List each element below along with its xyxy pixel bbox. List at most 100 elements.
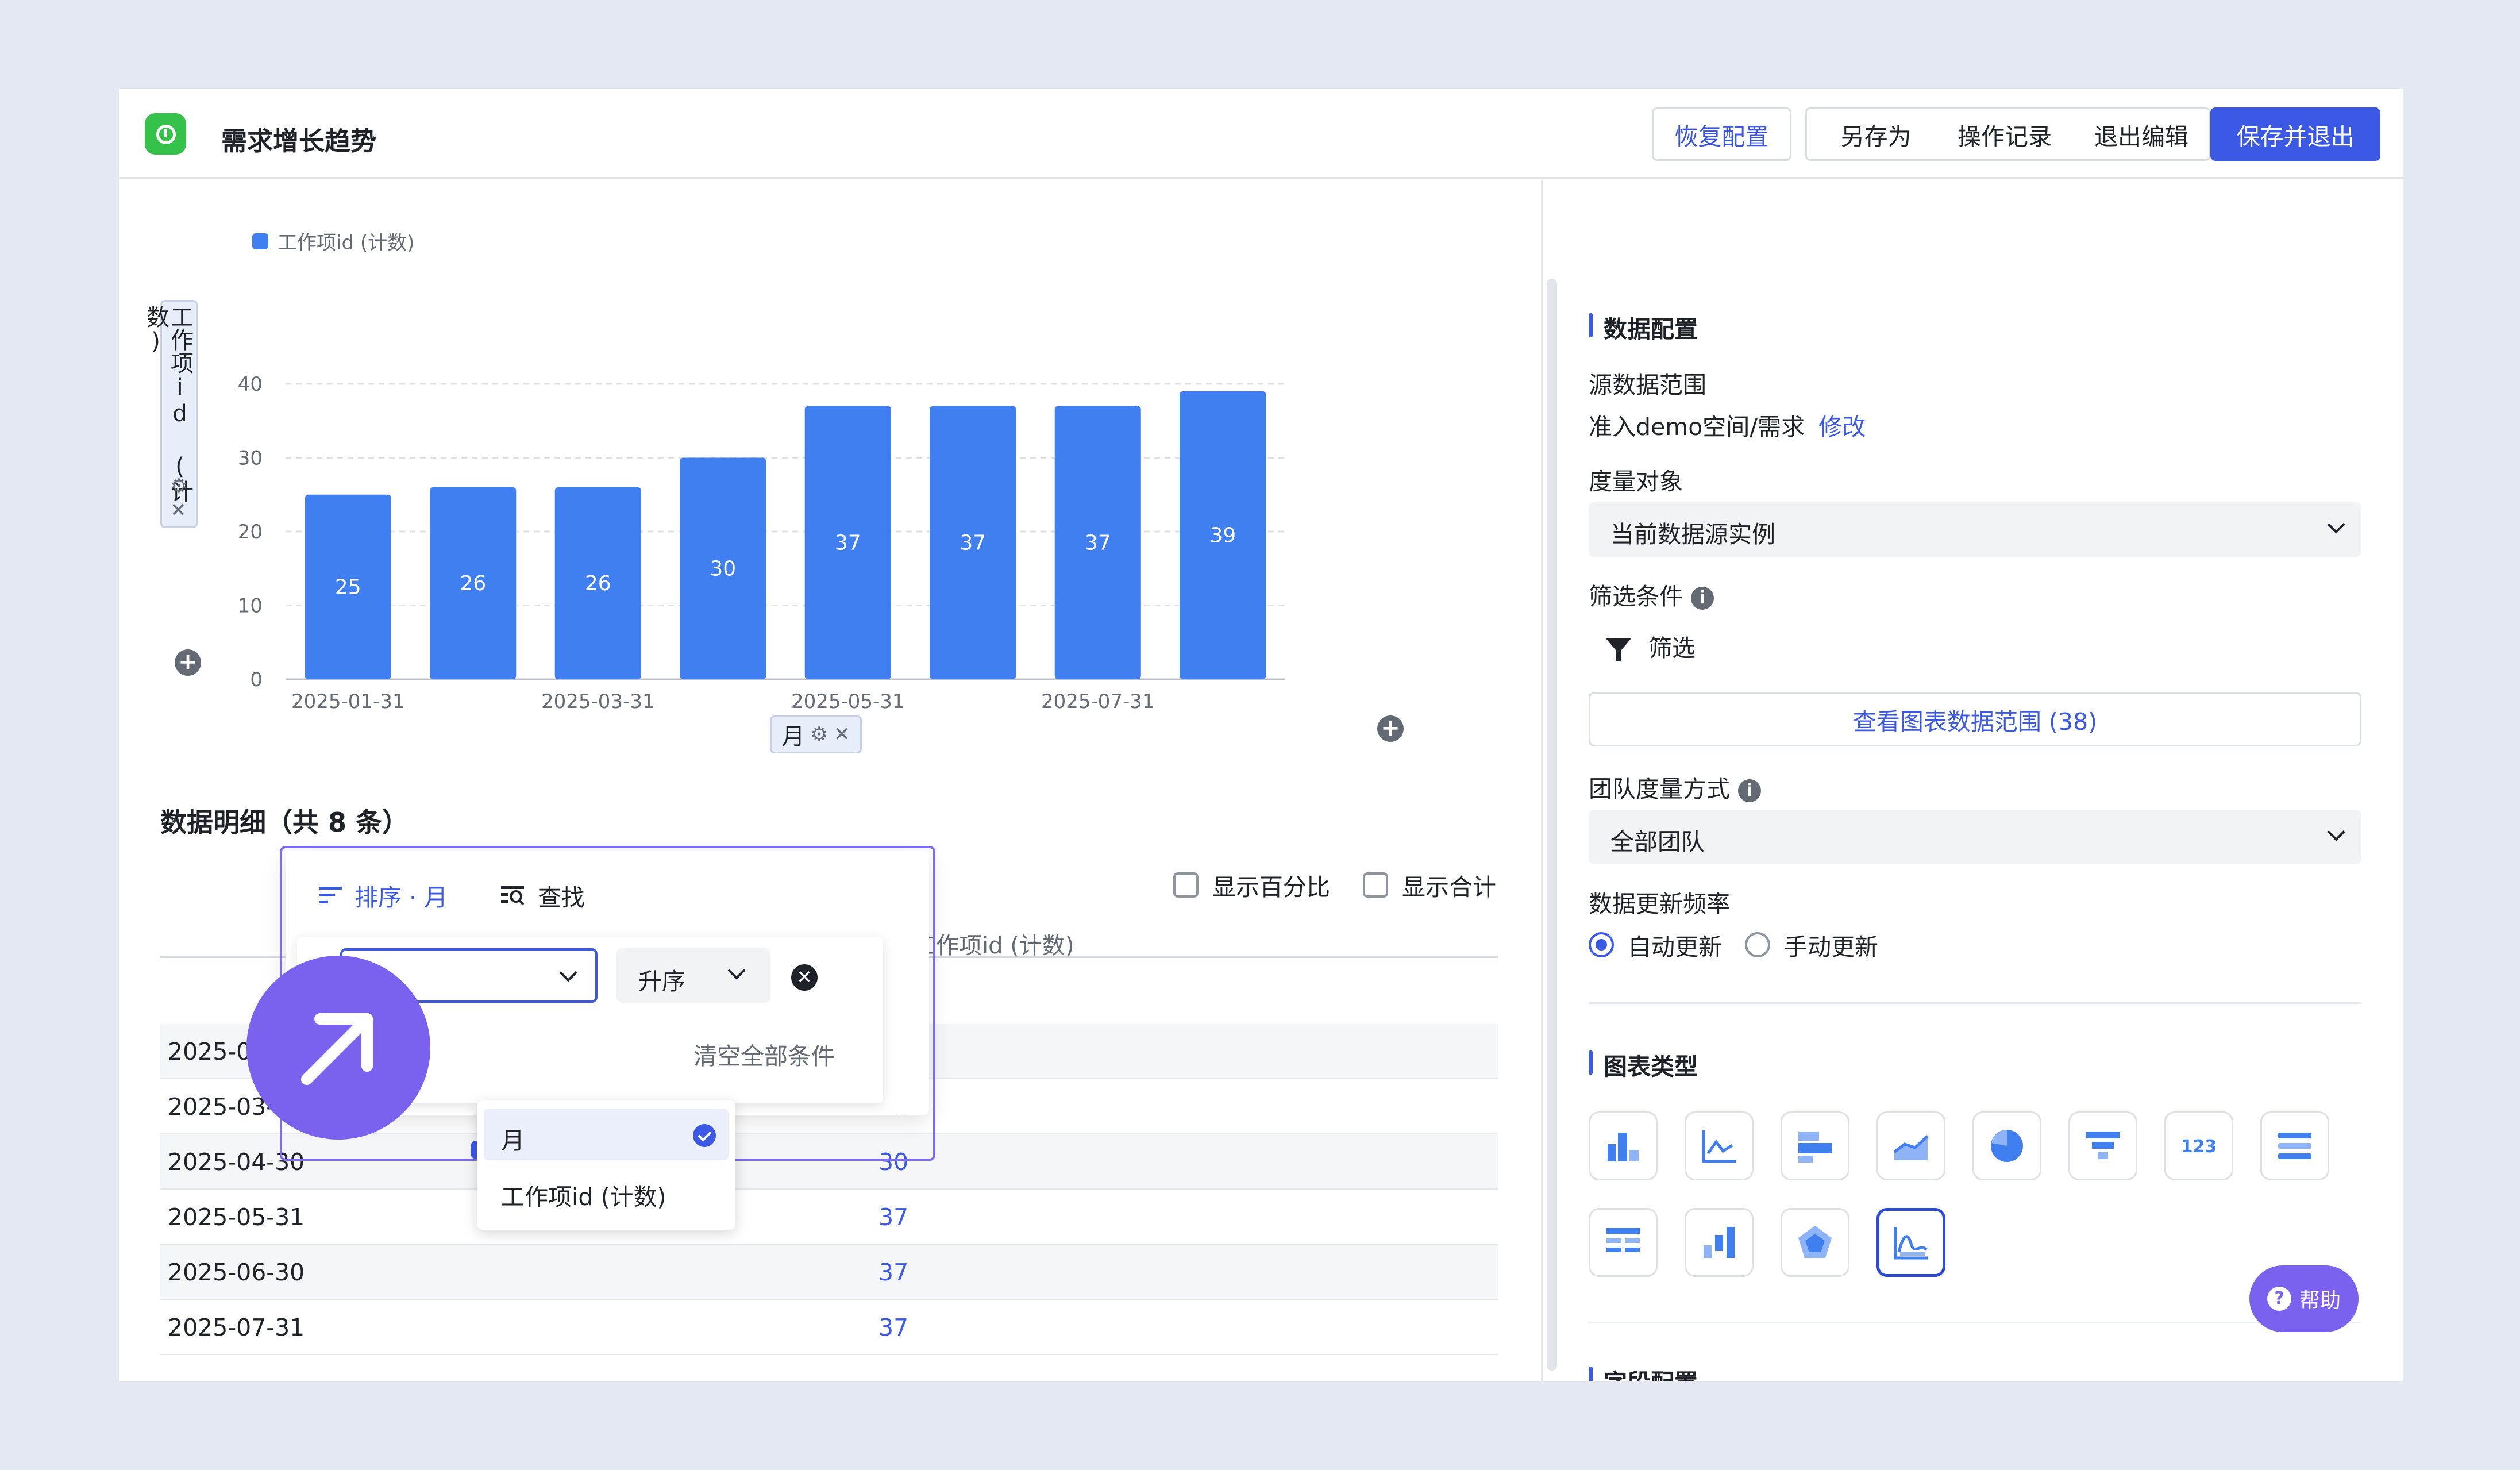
cell-count[interactable]: 37: [878, 1203, 908, 1231]
modify-link[interactable]: 修改: [1818, 413, 1866, 441]
team-measure-value: 全部团队: [1610, 828, 1705, 856]
legend-swatch: [252, 233, 268, 249]
line-chart-icon: [1702, 1130, 1736, 1163]
bar-chart: 0 10 20 30 40 25 2025-01-31 26 26 2025-03-31 30 37 2…: [234, 273, 1555, 761]
show-percent-label: 显示百分比: [1212, 873, 1330, 901]
checkbox[interactable]: [1173, 872, 1199, 898]
filter-button[interactable]: 筛选: [1606, 629, 1696, 663]
x-axis-tag-label: 月: [781, 724, 805, 750]
x-axis-tag[interactable]: 月 ⚙ ✕: [770, 715, 862, 753]
add-x-field-icon[interactable]: +: [1377, 715, 1404, 742]
option-label: 月: [501, 1127, 525, 1155]
help-button[interactable]: ? 帮助: [2249, 1265, 2359, 1332]
manual-update-radio[interactable]: 手动更新: [1745, 928, 1878, 962]
source-range-value: 准入demo空间/需求: [1589, 413, 1805, 441]
auto-update-radio[interactable]: 自动更新: [1589, 928, 1722, 962]
chart-type-line[interactable]: [1685, 1111, 1754, 1180]
detail-title: 数据明细（共 8 条）: [160, 807, 409, 838]
column-header-count[interactable]: 工作项id (计数): [913, 927, 1074, 960]
help-icon: ?: [2267, 1287, 2291, 1311]
cell-count[interactable]: 37: [878, 1314, 908, 1341]
radio-unchecked[interactable]: [1745, 932, 1770, 957]
info-icon[interactable]: i: [1691, 587, 1714, 610]
chart-type-funnel[interactable]: [2068, 1111, 2137, 1180]
chart-type-distribution[interactable]: [1876, 1208, 1945, 1277]
show-total-label: 显示合计: [1402, 873, 1496, 901]
x-tick-label: 2025-01-31: [291, 690, 405, 713]
close-icon[interactable]: ✕: [170, 498, 187, 522]
y-tick-label: 30: [238, 447, 263, 470]
chart-type-radar[interactable]: [1781, 1208, 1849, 1277]
close-icon[interactable]: ✕: [834, 723, 850, 746]
arrow-up-right-icon: [301, 1013, 373, 1085]
auto-update-label: 自动更新: [1628, 933, 1722, 961]
bar-chart-svg: 0 10 20 30 40 25 2025-01-31 26 26 2025-03-31 30 37 2…: [238, 373, 1285, 713]
restore-config-button[interactable]: 恢复配置: [1652, 107, 1791, 161]
y-tick-label: 10: [238, 595, 263, 618]
checkbox[interactable]: [1363, 872, 1388, 898]
chart-type-list[interactable]: [2260, 1111, 2329, 1180]
waterfall-chart-icon: [1704, 1227, 1735, 1258]
check-icon: [693, 1124, 716, 1147]
bar-data-label: 37: [835, 531, 861, 555]
pointer-cursor: [246, 956, 430, 1140]
source-range-label: 源数据范围: [1589, 371, 1706, 399]
dropdown-option-count[interactable]: 工作项id (计数): [484, 1165, 729, 1217]
bar-chart-icon: [1608, 1133, 1639, 1161]
y-tick-label: 20: [238, 521, 263, 544]
info-icon[interactable]: i: [1738, 779, 1761, 802]
chevron-down-icon: [2327, 515, 2345, 534]
x-tick-label: 2025-05-31: [791, 690, 905, 713]
divider: [1589, 1002, 2361, 1004]
horizontal-bar-icon: [1798, 1132, 1832, 1163]
cell-month: 2025-07-31: [168, 1314, 305, 1341]
bar-data-label: 25: [335, 575, 361, 599]
chart-legend[interactable]: 工作项id (计数): [252, 227, 414, 255]
area-chart-icon: [1893, 1135, 1929, 1160]
distribution-chart-icon: [1894, 1227, 1928, 1260]
filter-button-label: 筛选: [1648, 634, 1696, 662]
y-axis-tag[interactable]: 工作项id (计数) ⚙ ✕: [142, 300, 198, 528]
exit-edit-button[interactable]: 退出编辑: [2072, 107, 2210, 161]
update-freq-label: 数据更新频率: [1589, 890, 1730, 918]
chart-type-pie[interactable]: [1972, 1111, 2041, 1180]
bar-data-label: 26: [585, 572, 611, 595]
list-icon: [2278, 1133, 2311, 1159]
team-measure-label: 团队度量方式: [1589, 775, 1730, 803]
funnel-chart-icon: [2086, 1132, 2120, 1159]
gear-icon[interactable]: ⚙: [811, 723, 828, 746]
add-y-field-icon[interactable]: +: [175, 649, 201, 676]
measure-object-select[interactable]: 当前数据源实例: [1589, 502, 2361, 557]
dropdown-option-month[interactable]: 月: [484, 1109, 729, 1160]
chart-type-bar[interactable]: [1589, 1111, 1658, 1180]
filter-label: 筛选条件: [1589, 583, 1683, 610]
pie-chart-icon: [1991, 1130, 2023, 1162]
view-data-range-button[interactable]: 查看图表数据范围 (38): [1589, 692, 2361, 746]
filter-icon: [1606, 638, 1631, 661]
y-tick-label: 40: [238, 373, 263, 396]
chart-type-horizontal-bar[interactable]: [1781, 1111, 1849, 1180]
measure-object-value: 当前数据源实例: [1610, 521, 1775, 548]
save-and-exit-button[interactable]: 保存并退出: [2210, 107, 2380, 161]
radio-checked[interactable]: [1589, 932, 1614, 957]
table-row: 2025-05-31 37: [160, 1190, 1498, 1245]
chart-type-area[interactable]: [1876, 1111, 1945, 1180]
bar-data-label: 30: [710, 557, 736, 580]
chart-type-waterfall[interactable]: [1685, 1208, 1754, 1277]
history-button[interactable]: 操作记录: [1937, 107, 2072, 161]
save-as-button[interactable]: 另存为: [1805, 107, 1947, 161]
gear-icon[interactable]: ⚙: [170, 474, 187, 498]
chart-type-number[interactable]: 123: [2164, 1111, 2233, 1180]
team-measure-select[interactable]: 全部团队: [1589, 810, 2361, 864]
show-total-checkbox[interactable]: 显示合计: [1363, 868, 1496, 902]
team-measure-label-row: 团队度量方式 i: [1589, 769, 1761, 804]
filter-label-row: 筛选条件 i: [1589, 577, 1714, 611]
show-percent-checkbox[interactable]: 显示百分比: [1173, 868, 1330, 902]
section-chart-type: 图表类型: [1589, 1047, 1698, 1082]
bar-data-label: 37: [1085, 531, 1111, 555]
x-tick-label: 2025-07-31: [1041, 690, 1155, 713]
manual-update-label: 手动更新: [1784, 933, 1878, 961]
section-data-config: 数据配置: [1589, 310, 1698, 344]
cell-count[interactable]: 37: [878, 1259, 908, 1286]
chart-type-table[interactable]: [1589, 1208, 1658, 1277]
